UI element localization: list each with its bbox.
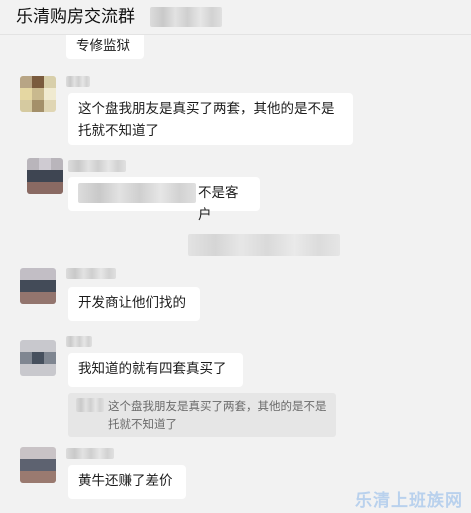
message-text: 专修监狱 xyxy=(76,38,130,54)
quoted-sender-name xyxy=(76,398,104,412)
avatar[interactable] xyxy=(20,447,56,483)
sender-name xyxy=(66,336,92,347)
quoted-text: 这个盘我朋友是真买了两套，其他的是不是托就不知道了 xyxy=(108,399,327,431)
sender-name xyxy=(66,76,90,87)
message-bubble[interactable]: 这个盘我朋友是真买了两套，其他的是不是托就不知道了 xyxy=(68,93,353,145)
avatar[interactable] xyxy=(20,76,56,112)
system-notice xyxy=(188,234,340,256)
sender-name xyxy=(66,268,116,279)
message-bubble[interactable]: 我知道的就有四套真买了 xyxy=(68,353,243,387)
group-title[interactable]: 乐清购房交流群 xyxy=(16,5,135,29)
sender-name xyxy=(68,160,126,172)
message-text: 开发商让他们找的 xyxy=(78,295,186,311)
chat-header: 乐清购房交流群 xyxy=(0,0,471,35)
avatar[interactable] xyxy=(20,340,56,376)
quoted-reply[interactable]: 这个盘我朋友是真买了两套，其他的是不是托就不知道了 xyxy=(68,393,336,437)
message-bubble[interactable]: 开发商让他们找的 xyxy=(68,287,200,321)
message-text: 黄牛还赚了差价 xyxy=(78,473,173,489)
blurred-member-count xyxy=(150,7,222,27)
avatar[interactable] xyxy=(27,158,63,194)
message-bubble[interactable]: 黄牛还赚了差价 xyxy=(68,465,186,499)
sender-name xyxy=(66,448,114,459)
watermark: 乐清上班族网 xyxy=(355,491,463,511)
avatar[interactable] xyxy=(20,268,56,304)
message-text: 我知道的就有四套真买了 xyxy=(78,361,227,377)
message-text: 不是客户 xyxy=(198,185,239,223)
message-text: 这个盘我朋友是真买了两套，其他的是不是托就不知道了 xyxy=(78,101,335,139)
redacted-text xyxy=(78,183,196,203)
